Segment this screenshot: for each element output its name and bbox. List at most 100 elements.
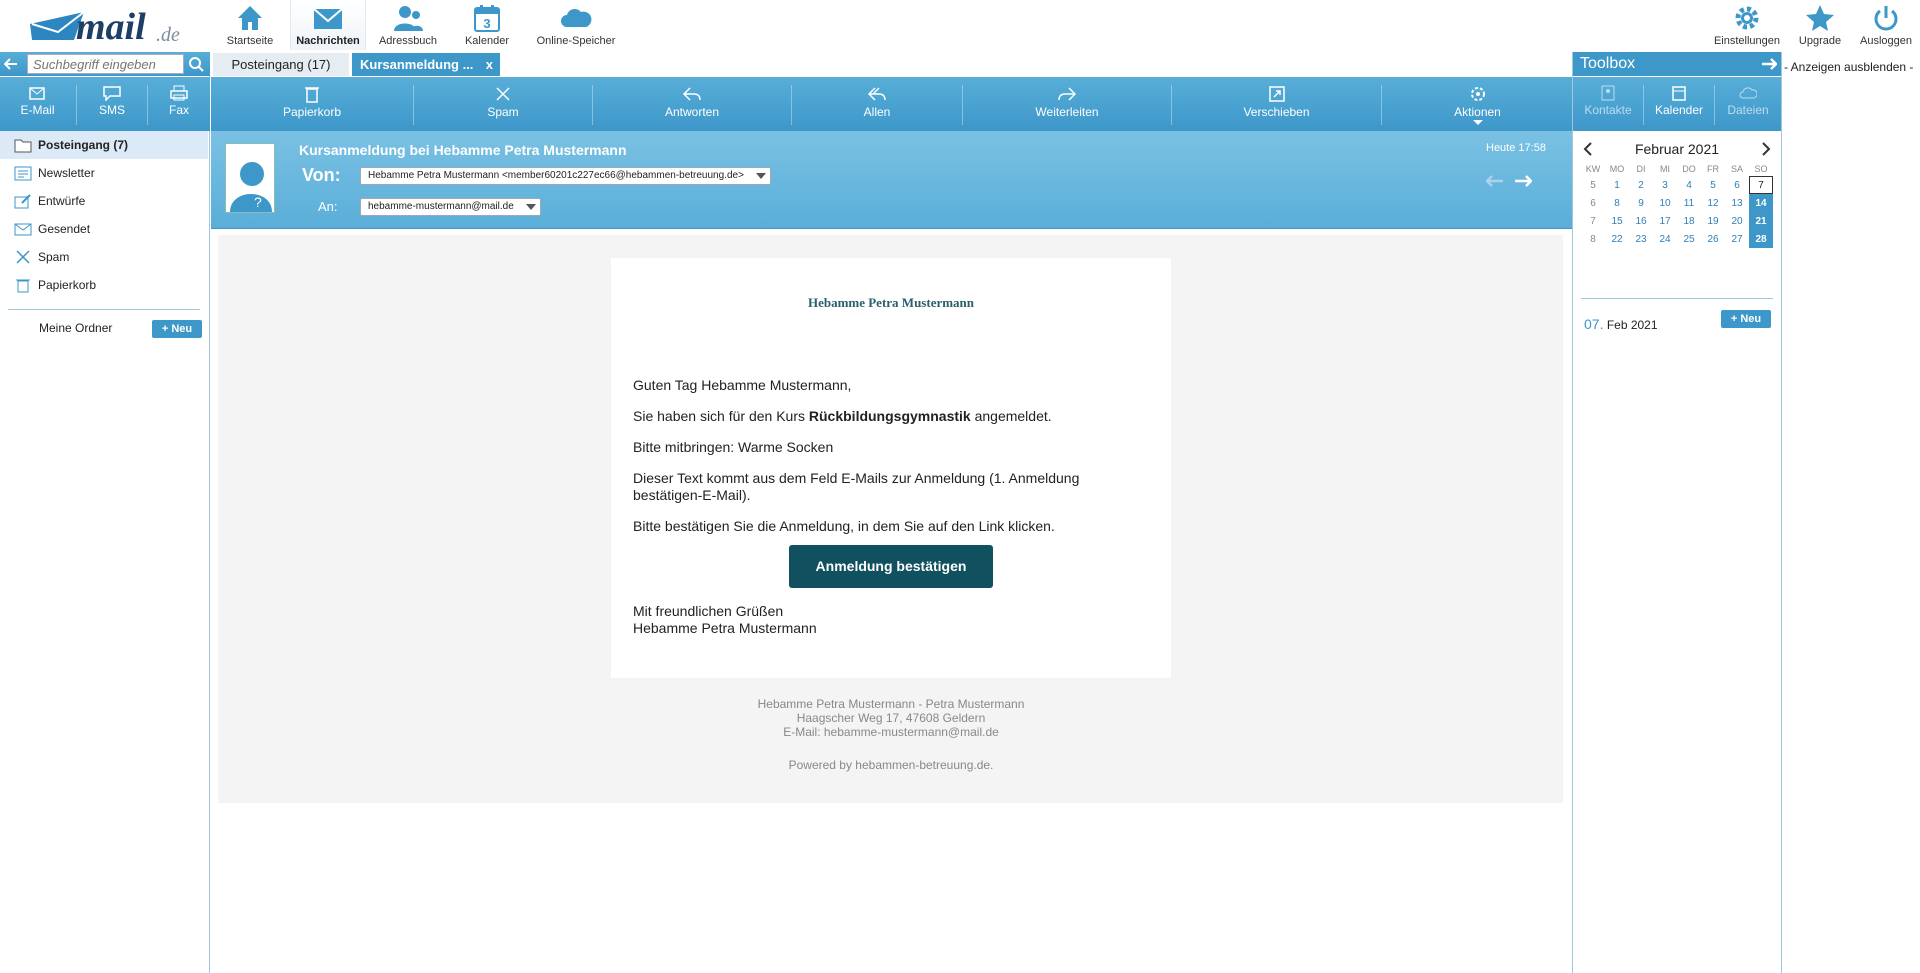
weekday-header: KW — [1585, 164, 1601, 174]
nav-kalender[interactable]: 3 Kalender — [460, 0, 514, 50]
calendar-day[interactable]: 7 — [1749, 176, 1773, 194]
tab-kontakte[interactable]: Kontakte — [1573, 77, 1643, 131]
calendar-day[interactable]: 1 — [1605, 176, 1629, 194]
from-address[interactable]: Hebamme Petra Mustermann <member60201c22… — [360, 167, 771, 185]
confirm-registration-button[interactable]: Anmeldung bestätigen — [789, 545, 993, 588]
folder-gesendet[interactable]: Gesendet — [0, 215, 208, 243]
calendar-day[interactable]: 16 — [1629, 212, 1653, 230]
folder-newsletter[interactable]: Newsletter — [0, 159, 208, 187]
newsletter-icon — [14, 166, 32, 181]
compose-email-button[interactable]: E-Mail — [0, 77, 75, 131]
actions-button[interactable]: Aktionen — [1382, 77, 1573, 131]
weekday-header: DO — [1682, 164, 1696, 174]
compose-bar: E-Mail SMS Fax — [0, 77, 210, 131]
calendar-day[interactable]: 24 — [1653, 230, 1677, 248]
chevron-right-icon[interactable] — [1761, 142, 1771, 156]
weekday-header: SA — [1730, 164, 1743, 174]
calendar-day[interactable]: 4 — [1677, 176, 1701, 194]
tab-kursanmeldung[interactable]: Kursanmeldung ... x — [352, 53, 500, 76]
calendar-day[interactable]: 20 — [1725, 212, 1749, 230]
nav-adressbuch[interactable]: Adressbuch — [378, 0, 438, 50]
nav-nachrichten[interactable]: Nachrichten — [290, 0, 366, 50]
new-folder-button[interactable]: + Neu — [152, 320, 202, 338]
tab-posteingang[interactable]: Posteingang (17) — [213, 53, 349, 76]
tab-dateien[interactable]: Dateien — [1715, 77, 1781, 131]
to-address[interactable]: hebamme-mustermann@mail.de — [360, 198, 541, 216]
compose-sms-button[interactable]: SMS — [77, 77, 147, 131]
star-icon — [1806, 5, 1834, 31]
next-message-icon[interactable] — [1514, 175, 1532, 187]
calendar-divider — [1581, 298, 1773, 299]
svg-text:?: ? — [254, 194, 262, 210]
chevron-down-icon[interactable] — [525, 204, 536, 210]
calendar-day[interactable]: 11 — [1677, 194, 1701, 212]
calendar-icon — [1672, 86, 1686, 101]
message-time: Heute 17:58 — [1486, 142, 1546, 154]
forward-button[interactable]: Weiterleiten — [963, 77, 1171, 131]
calendar-day[interactable]: 17 — [1653, 212, 1677, 230]
tab-close-icon[interactable]: x — [486, 53, 493, 76]
arrow-right-icon[interactable] — [1761, 58, 1777, 70]
calendar-day[interactable]: 12 — [1701, 194, 1725, 212]
chevron-down-icon[interactable] — [755, 173, 766, 179]
folder-posteingang[interactable]: Posteingang (7) — [0, 131, 208, 159]
calendar-day[interactable]: 10 — [1653, 194, 1677, 212]
reply-all-button[interactable]: Allen — [792, 77, 962, 131]
weekday-header: MI — [1660, 164, 1670, 174]
calendar-event-date[interactable]: 07. Feb 2021 — [1584, 316, 1658, 332]
calendar-day[interactable]: 13 — [1725, 194, 1749, 212]
spam-icon — [16, 250, 30, 264]
nav-online-speicher[interactable]: Online-Speicher — [533, 0, 619, 50]
calendar-day[interactable]: 6 — [1725, 176, 1749, 194]
calendar-day[interactable]: 8 — [1605, 194, 1629, 212]
search-input[interactable] — [27, 54, 184, 74]
from-label: Von: — [302, 165, 341, 185]
calendar-day[interactable]: 27 — [1725, 230, 1749, 248]
calendar-day[interactable]: 22 — [1605, 230, 1629, 248]
calendar-day[interactable]: 18 — [1677, 212, 1701, 230]
nav-upgrade[interactable]: Upgrade — [1792, 0, 1848, 50]
nav-label: Startseite — [226, 35, 274, 47]
calendar-day[interactable]: 14 — [1749, 194, 1773, 212]
calendar-day[interactable]: 2 — [1629, 176, 1653, 194]
message-toolbar: Papierkorb Spam Antworten Allen Weiterle… — [211, 77, 1573, 131]
calendar-day[interactable]: 19 — [1701, 212, 1725, 230]
reply-button[interactable]: Antworten — [593, 77, 791, 131]
email-confirm-text: Bitte bestätigen Sie die Anmeldung, in d… — [633, 518, 1055, 534]
search-icon[interactable] — [188, 56, 204, 72]
nav-label: Upgrade — [1798, 35, 1842, 47]
calendar-day[interactable]: 3 — [1653, 176, 1677, 194]
nav-einstellungen[interactable]: Einstellungen — [1712, 0, 1782, 50]
toolbox-tabs: Kontakte Kalender Dateien — [1573, 77, 1781, 131]
new-event-button[interactable]: + Neu — [1721, 310, 1771, 328]
contacts-icon — [394, 6, 423, 31]
compose-fax-button[interactable]: Fax — [148, 77, 210, 131]
calendar-day[interactable]: 5 — [1701, 176, 1725, 194]
calendar-day[interactable]: 23 — [1629, 230, 1653, 248]
tab-kalender[interactable]: Kalender — [1644, 77, 1714, 131]
my-folders-label: Meine Ordner — [39, 321, 113, 335]
calendar-day[interactable]: 9 — [1629, 194, 1653, 212]
reply-icon — [682, 87, 701, 101]
nav-startseite[interactable]: Startseite — [222, 0, 278, 50]
mail-de-logo[interactable]: mail .de — [28, 4, 188, 48]
calendar-day[interactable]: 28 — [1749, 230, 1773, 248]
chevron-left-icon[interactable] — [1583, 142, 1593, 156]
calendar-day[interactable]: 25 — [1677, 230, 1701, 248]
move-button[interactable]: Verschieben — [1172, 77, 1381, 131]
calendar-day[interactable]: 26 — [1701, 230, 1725, 248]
spam-button[interactable]: Spam — [414, 77, 592, 131]
delete-button[interactable]: Papierkorb — [211, 77, 413, 131]
folder-spam[interactable]: Spam — [0, 243, 208, 271]
folder-entwuerfe[interactable]: Entwürfe — [0, 187, 208, 215]
nav-ausloggen[interactable]: Ausloggen — [1856, 0, 1916, 50]
forward-icon — [1058, 87, 1077, 101]
arrow-left-icon[interactable] — [4, 58, 18, 70]
calendar-day[interactable]: 21 — [1749, 212, 1773, 230]
nav-label: Kalender — [464, 35, 510, 47]
folder-papierkorb[interactable]: Papierkorb — [0, 271, 208, 299]
previous-message-icon[interactable] — [1486, 175, 1504, 187]
calendar-day[interactable]: 15 — [1605, 212, 1629, 230]
search-bar — [0, 52, 210, 76]
toggle-toolbox-link[interactable]: - Anzeigen ausblenden - — [1784, 60, 1913, 74]
